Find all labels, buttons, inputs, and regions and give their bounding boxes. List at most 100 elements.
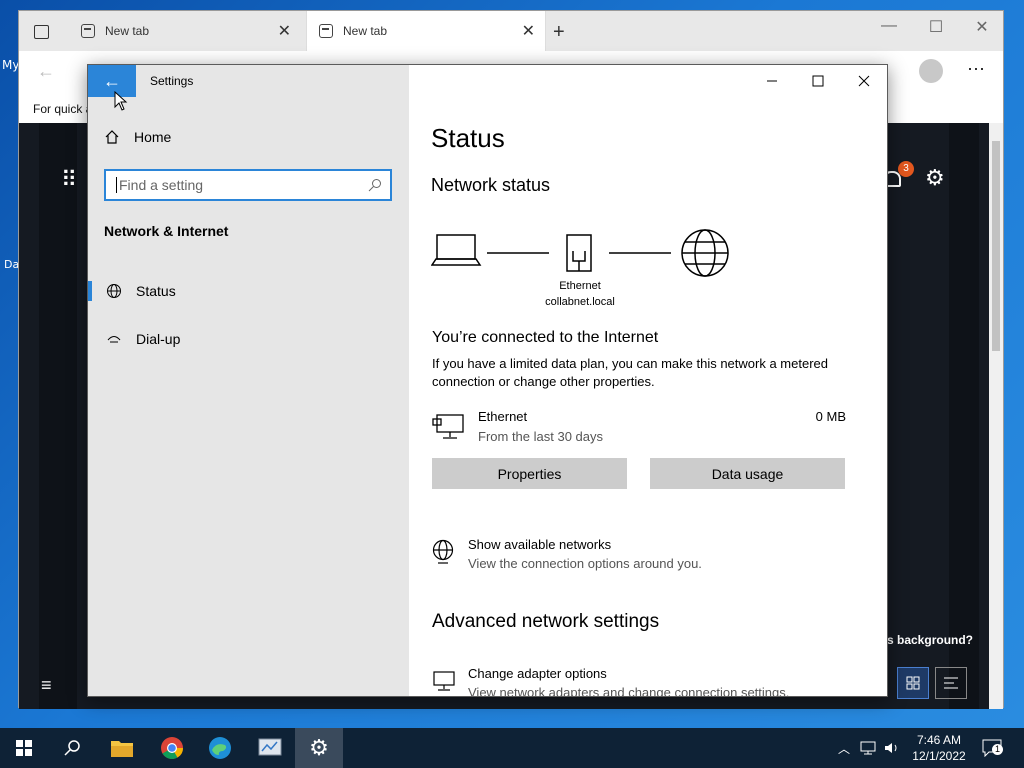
volume-icon[interactable] [884,741,900,755]
mouse-cursor-icon [114,91,128,111]
show-networks-link[interactable]: Show available networks View the connect… [432,537,852,577]
search-button[interactable] [48,728,96,768]
gear-icon[interactable]: ⚙ [925,165,945,191]
network-status-heading: Network status [431,175,551,195]
search-input[interactable]: Find a setting [104,169,392,201]
apps-grid-icon[interactable]: ⠿ [61,167,77,193]
settings-window: ← Settings Home Find a setting Network &… [87,64,888,697]
start-button[interactable] [0,728,48,768]
maximize-icon [812,75,824,87]
server-manager-icon [258,738,282,756]
internet-globe-icon [681,229,729,277]
taskbar: ⚙ ︿ 7:46 AM 12/1/2022 1 [0,728,1024,768]
app-button[interactable] [246,728,294,768]
system-tray: ︿ [838,728,900,768]
edge-button[interactable] [196,728,244,768]
adapter-monitor-icon [433,671,455,691]
notification-count: 1 [992,744,1003,755]
clock[interactable]: 7:46 AM 12/1/2022 [908,732,970,764]
change-adapter-title: Change adapter options [468,666,607,681]
date: 12/1/2022 [912,749,966,763]
domain-label: collabnet.local [545,296,615,308]
laptop-icon [431,234,482,266]
background-image [39,123,77,709]
change-adapter-link[interactable]: Change adapter options View network adap… [432,666,852,696]
more-menu-icon[interactable]: ⋯ [967,59,985,80]
desktop-icon-label[interactable]: My [2,58,19,72]
close-icon[interactable]: ✕ [278,21,291,41]
back-button[interactable]: ← [88,65,136,97]
maximize-icon[interactable]: ☐ [921,17,951,37]
adapter-name: Ethernet [478,409,528,424]
text-caret [116,177,117,193]
background-info-link[interactable]: s background? [887,633,973,647]
home-link[interactable]: Home [104,129,171,145]
grid-icon [906,676,920,690]
adapter-period: From the last 30 days [478,429,603,444]
minimize-button[interactable] [749,65,795,97]
windows-logo-icon [16,740,32,756]
network-globe-icon [432,539,454,564]
section-title: Network & Internet [104,223,229,239]
change-adapter-desc: View network adapters and change connect… [468,685,790,696]
scrollbar-thumb[interactable] [992,141,1000,351]
grid-layout-button[interactable] [897,667,929,699]
ethernet-label: Ethernet [559,280,601,292]
chrome-button[interactable] [148,728,196,768]
data-usage-button[interactable]: Data usage [650,458,845,489]
back-arrow-icon: ← [103,70,121,91]
folder-icon [111,741,133,757]
chevron-up-icon[interactable]: ︿ [838,740,850,757]
favorites-text: For quick a [33,102,93,116]
home-label: Home [134,129,172,145]
scrollbar[interactable] [989,123,1003,709]
gear-icon: ⚙ [309,735,329,760]
page-title: Status [431,123,505,153]
window-title: Settings [150,74,194,88]
background-image [949,123,979,709]
network-icon[interactable] [860,741,876,755]
list-layout-button[interactable] [935,667,967,699]
search-icon [368,179,381,192]
tab-page-icon [319,24,333,38]
ethernet-icon [566,234,592,272]
list-icon [944,677,958,689]
notifications-button[interactable]: 1 [982,739,1003,758]
tab-page-icon [81,24,95,38]
close-icon [858,75,870,87]
adapter-usage: 0 MB [815,409,846,424]
search-icon [64,740,80,756]
close-icon[interactable]: ✕ [522,21,535,41]
nav-item-dial-up[interactable]: Dial-up [88,319,409,359]
properties-button[interactable]: Properties [432,458,627,489]
nav-item-status[interactable]: Status [88,271,409,311]
hamburger-menu-icon[interactable]: ≡ [41,675,52,696]
show-networks-title: Show available networks [468,537,612,552]
adapter-usage-row: Ethernet From the last 30 days 0 MB [432,407,846,447]
tab-actions-icon[interactable] [34,25,49,39]
new-tab-plus-icon[interactable]: + [553,21,565,44]
minimize-icon [767,80,777,82]
show-networks-desc: View the connection options around you. [468,556,702,571]
notification-badge: 3 [898,161,914,177]
close-icon[interactable]: ✕ [967,17,997,37]
browser-tab-active[interactable]: New tab ✕ [306,11,546,51]
connection-description: If you have a limited data plan, you can… [432,356,828,389]
desktop-icon-label[interactable]: Da [4,258,19,271]
minimize-icon[interactable]: — [874,17,904,35]
tab-bar: New tab ✕ New tab ✕ + — ☐ ✕ [19,11,1003,51]
phone-icon [107,336,121,343]
settings-taskbar-button[interactable]: ⚙ [295,728,343,768]
time: 7:46 AM [916,733,962,747]
ethernet-diagram-label: Ethernet collabnet.local [540,278,620,310]
file-explorer-button[interactable] [98,728,146,768]
close-button[interactable] [841,65,887,97]
maximize-button[interactable] [795,65,841,97]
connection-title: You’re connected to the Internet [432,329,659,346]
globe-icon [107,284,121,298]
profile-avatar[interactable] [919,59,943,83]
status-page: Status Network status Ethernet collabnet… [409,65,887,696]
back-arrow-icon[interactable]: ← [37,61,55,82]
browser-tab[interactable]: New tab ✕ [69,11,301,51]
chrome-icon [161,737,183,759]
